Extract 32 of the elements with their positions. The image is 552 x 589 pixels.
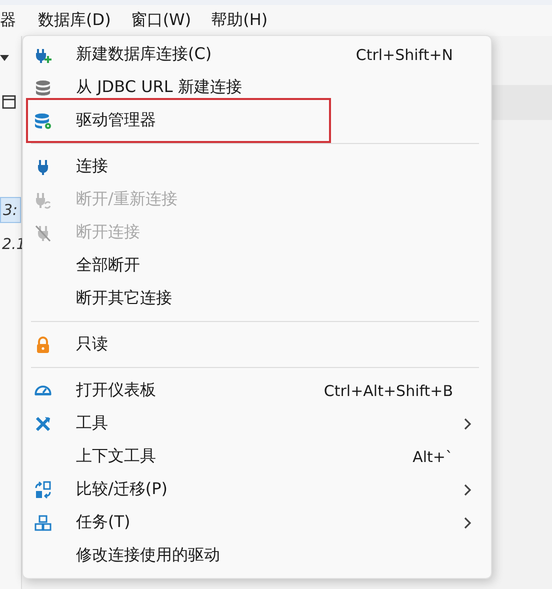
menu-item[interactable]: 全部断开	[23, 249, 491, 282]
menu-item[interactable]: 打开仪表板 Ctrl+Alt+Shift+B	[23, 374, 491, 407]
menu-item[interactable]: 驱动管理器	[23, 104, 491, 137]
shortcut-text: Ctrl+Shift+N	[356, 46, 453, 64]
menu-item[interactable]: 比较/迁移(P)	[23, 473, 491, 506]
menu-item[interactable]: 上下文工具 Alt+`	[23, 440, 491, 473]
menu-bar-item[interactable]: 数据库(D)	[28, 10, 121, 31]
menu-item[interactable]: 连接	[23, 150, 491, 183]
tools-icon	[34, 414, 52, 432]
menu-item[interactable]: 断开其它连接	[23, 282, 491, 315]
menu-item[interactable]: 新建数据库连接(C) Ctrl+Shift+N	[23, 38, 491, 71]
menu-item[interactable]: 修改连接使用的驱动	[23, 539, 491, 572]
task-boxes-icon	[34, 514, 52, 532]
panel-icon[interactable]	[2, 95, 16, 109]
gauge-icon	[34, 385, 52, 396]
plug-off-icon	[34, 224, 52, 242]
list-item[interactable]: 3:	[0, 197, 21, 223]
shortcut-text: Ctrl+Alt+Shift+B	[324, 382, 453, 400]
padlock-icon	[34, 336, 52, 354]
shortcut-text: Alt+`	[412, 448, 453, 466]
database-icon	[34, 78, 52, 96]
menu-bar-item[interactable]: 帮助(H)	[201, 10, 278, 31]
compare-icon	[34, 480, 52, 498]
menu-item[interactable]: 工具	[23, 407, 491, 440]
menu-bar-item[interactable]: 器	[0, 10, 28, 31]
menu-item[interactable]: 任务(T)	[23, 506, 491, 539]
menu-bar-item[interactable]: 窗口(W)	[120, 10, 202, 31]
plug-refresh-icon	[34, 190, 52, 208]
caret-down-icon[interactable]	[0, 55, 9, 61]
database-gear-icon	[34, 112, 52, 130]
menu-item[interactable]: 只读	[23, 328, 491, 361]
menu-item[interactable]: 从 JDBC URL 新建连接	[23, 71, 491, 104]
